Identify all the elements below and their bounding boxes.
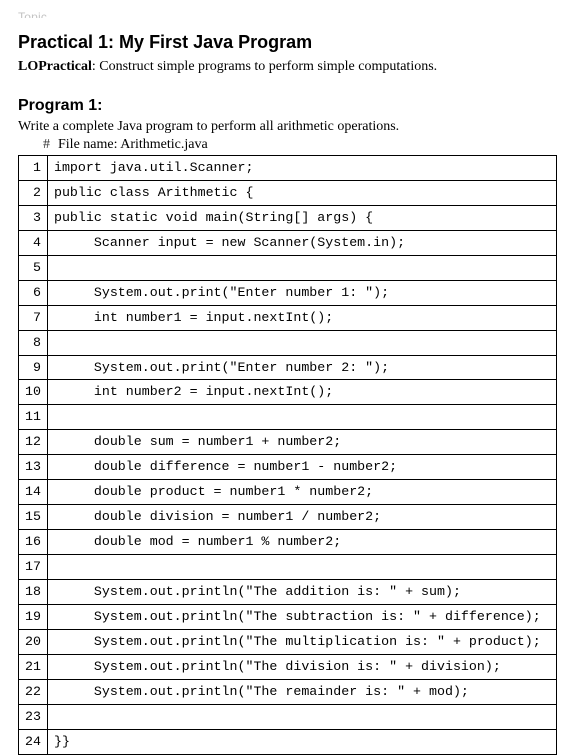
code-table: 1import java.util.Scanner;2public class … [18, 155, 557, 755]
top-cut-text: Topic ... [18, 10, 557, 18]
line-number: 2 [19, 180, 48, 205]
line-number: 23 [19, 704, 48, 729]
code-row: 9 System.out.print("Enter number 2: "); [19, 355, 557, 380]
program-heading: Program 1: [18, 97, 557, 115]
code-line [47, 555, 556, 580]
line-number: 22 [19, 679, 48, 704]
code-line: double mod = number1 % number2; [47, 530, 556, 555]
line-number: 12 [19, 430, 48, 455]
code-line: int number2 = input.nextInt(); [47, 380, 556, 405]
line-number: 10 [19, 380, 48, 405]
code-line: Scanner input = new Scanner(System.in); [47, 230, 556, 255]
line-number: 11 [19, 405, 48, 430]
code-line [47, 704, 556, 729]
code-row: 11 [19, 405, 557, 430]
line-number: 1 [19, 156, 48, 181]
code-row: 19 System.out.println("The subtraction i… [19, 604, 557, 629]
lo-text: : Construct simple programs to perform s… [92, 59, 437, 74]
code-line [47, 330, 556, 355]
code-line: System.out.println("The subtraction is: … [47, 604, 556, 629]
code-line [47, 255, 556, 280]
code-row: 7 int number1 = input.nextInt(); [19, 305, 557, 330]
code-row: 21 System.out.println("The division is: … [19, 654, 557, 679]
line-number: 20 [19, 629, 48, 654]
line-number: 5 [19, 255, 48, 280]
code-line: double difference = number1 - number2; [47, 455, 556, 480]
code-line: import java.util.Scanner; [47, 156, 556, 181]
line-number: 4 [19, 230, 48, 255]
program-description: Write a complete Java program to perform… [18, 119, 557, 135]
line-number: 8 [19, 330, 48, 355]
code-line: double sum = number1 + number2; [47, 430, 556, 455]
code-row: 14 double product = number1 * number2; [19, 480, 557, 505]
code-line: double product = number1 * number2; [47, 480, 556, 505]
code-line: System.out.print("Enter number 2: "); [47, 355, 556, 380]
code-line: public static void main(String[] args) { [47, 205, 556, 230]
code-line: int number1 = input.nextInt(); [47, 305, 556, 330]
code-row: 6 System.out.print("Enter number 1: "); [19, 280, 557, 305]
file-name-line: # File name: Arithmetic.java [18, 137, 557, 153]
line-number: 13 [19, 455, 48, 480]
code-line: double division = number1 / number2; [47, 505, 556, 530]
code-line: System.out.println("The addition is: " +… [47, 579, 556, 604]
line-number: 24 [19, 729, 48, 754]
line-number: 16 [19, 530, 48, 555]
code-row: 1import java.util.Scanner; [19, 156, 557, 181]
code-line [47, 405, 556, 430]
lo-label: LOPractical [18, 59, 92, 74]
line-number: 21 [19, 654, 48, 679]
code-row: 8 [19, 330, 557, 355]
code-row: 13 double difference = number1 - number2… [19, 455, 557, 480]
line-number: 7 [19, 305, 48, 330]
code-line: System.out.println("The division is: " +… [47, 654, 556, 679]
practical-title: Practical 1: My First Java Program [18, 32, 557, 53]
line-number: 6 [19, 280, 48, 305]
line-number: 17 [19, 555, 48, 580]
code-row: 3public static void main(String[] args) … [19, 205, 557, 230]
code-row: 4 Scanner input = new Scanner(System.in)… [19, 230, 557, 255]
lo-practical-line: LOPractical: Construct simple programs t… [18, 59, 557, 75]
code-line: public class Arithmetic { [47, 180, 556, 205]
file-name-text: File name: Arithmetic.java [58, 137, 208, 152]
code-row: 15 double division = number1 / number2; [19, 505, 557, 530]
line-number: 3 [19, 205, 48, 230]
code-row: 2public class Arithmetic { [19, 180, 557, 205]
code-row: 18 System.out.println("The addition is: … [19, 579, 557, 604]
code-row: 23 [19, 704, 557, 729]
file-hash: # [36, 137, 50, 153]
code-row: 22 System.out.println("The remainder is:… [19, 679, 557, 704]
code-line: System.out.println("The multiplication i… [47, 629, 556, 654]
code-row: 24}} [19, 729, 557, 754]
code-row: 16 double mod = number1 % number2; [19, 530, 557, 555]
line-number: 9 [19, 355, 48, 380]
code-row: 12 double sum = number1 + number2; [19, 430, 557, 455]
code-row: 17 [19, 555, 557, 580]
code-row: 5 [19, 255, 557, 280]
code-row: 10 int number2 = input.nextInt(); [19, 380, 557, 405]
code-listing: 1import java.util.Scanner;2public class … [18, 155, 557, 755]
line-number: 15 [19, 505, 48, 530]
code-line: System.out.println("The remainder is: " … [47, 679, 556, 704]
line-number: 18 [19, 579, 48, 604]
line-number: 14 [19, 480, 48, 505]
line-number: 19 [19, 604, 48, 629]
code-line: }} [47, 729, 556, 754]
code-row: 20 System.out.println("The multiplicatio… [19, 629, 557, 654]
code-line: System.out.print("Enter number 1: "); [47, 280, 556, 305]
